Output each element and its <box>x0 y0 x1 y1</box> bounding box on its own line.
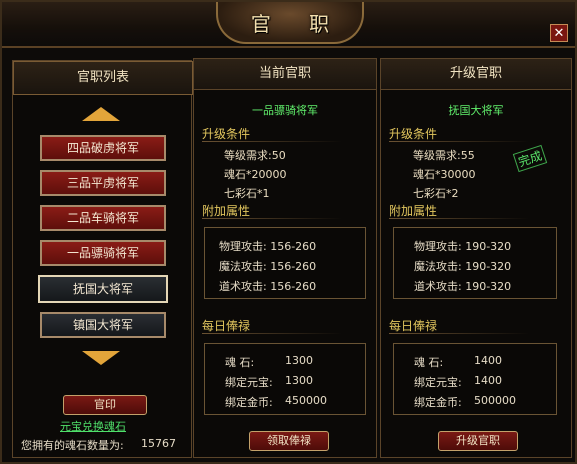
required-gem: 七彩石*1 <box>224 187 270 200</box>
official-seal-button[interactable]: 官印 <box>63 395 147 415</box>
scroll-up-arrow-icon[interactable] <box>82 107 120 121</box>
bonus-attributes-title: 附加属性 <box>202 204 251 218</box>
attr-taoist-attack: 道术攻击: 190-320 <box>414 280 512 293</box>
salary-bound-yuanbao-label: 绑定元宝: <box>225 376 273 389</box>
required-soulstone: 魂石*20000 <box>224 168 287 181</box>
required-soulstone: 魂石*30000 <box>413 168 476 181</box>
close-icon: ✕ <box>553 26 565 41</box>
salary-bound-yuanbao-value: 1400 <box>474 374 502 387</box>
window-title: 官 职 <box>250 12 346 36</box>
rank-item-4[interactable]: 一品骠骑将军 <box>40 240 166 266</box>
upgrade-conditions-title: 升级条件 <box>202 127 251 141</box>
salary-bound-gold-value: 450000 <box>285 394 327 407</box>
upgrade-rank-header: 升级官职 <box>381 59 571 90</box>
rank-item-1[interactable]: 四品破虏将军 <box>40 135 166 161</box>
claim-salary-button[interactable]: 领取俸禄 <box>249 431 329 451</box>
daily-salary-title: 每日俸禄 <box>202 319 251 333</box>
divider <box>389 333 529 334</box>
rank-list-header: 官职列表 <box>13 61 193 95</box>
salary-soulstone-value: 1400 <box>474 354 502 367</box>
salary-bound-yuanbao-label: 绑定元宝: <box>414 376 462 389</box>
title-bar: 官 职 ✕ <box>2 2 575 48</box>
salary-soulstone-label: 魂 石: <box>225 356 255 369</box>
title-plate: 官 职 <box>216 2 364 44</box>
attr-physical-attack: 物理攻击: 156-260 <box>219 240 317 253</box>
salary-soulstone-label: 魂 石: <box>414 356 444 369</box>
attr-magic-attack: 魔法攻击: 156-260 <box>219 260 317 273</box>
current-rank-panel: 当前官职 一品骠骑将军 升级条件 等级需求:50 魂石*20000 七彩石*1 … <box>193 58 377 458</box>
attr-magic-attack: 魔法攻击: 190-320 <box>414 260 512 273</box>
daily-salary-title: 每日俸禄 <box>389 319 438 333</box>
rank-item-2[interactable]: 三品平虏将军 <box>40 170 166 196</box>
completed-stamp: 完成 <box>512 144 548 173</box>
salary-bound-yuanbao-value: 1300 <box>285 374 313 387</box>
upgrade-rank-panel: 升级官职 抚国大将军 升级条件 等级需求:55 魂石*30000 七彩石*2 完… <box>380 58 572 458</box>
rank-item-3[interactable]: 二品车骑将军 <box>40 205 166 231</box>
divider <box>202 141 342 142</box>
bonus-attributes-box: 物理攻击: 156-260 魔法攻击: 156-260 道术攻击: 156-26… <box>204 227 366 299</box>
soulstone-count-label: 您拥有的魂石数量为: <box>21 439 124 452</box>
rank-item-6[interactable]: 镇国大将军 <box>40 312 166 338</box>
upgrade-conditions-title: 升级条件 <box>389 127 438 141</box>
required-level: 等级需求:55 <box>413 149 475 162</box>
officer-rank-window: 官 职 ✕ 官职列表 四品破虏将军 三品平虏将军 二品车骑将军 一品骠骑将军 抚… <box>0 0 577 464</box>
current-rank-name: 一品骠骑将军 <box>252 104 318 117</box>
attr-physical-attack: 物理攻击: 190-320 <box>414 240 512 253</box>
bonus-attributes-box: 物理攻击: 190-320 魔法攻击: 190-320 道术攻击: 190-32… <box>393 227 557 299</box>
salary-soulstone-value: 1300 <box>285 354 313 367</box>
scroll-down-arrow-icon[interactable] <box>82 351 120 365</box>
salary-bound-gold-value: 500000 <box>474 394 516 407</box>
divider <box>389 218 529 219</box>
soulstone-count-value: 15767 <box>141 437 176 450</box>
current-rank-header: 当前官职 <box>194 59 376 90</box>
salary-bound-gold-label: 绑定金币: <box>414 396 462 409</box>
salary-bound-gold-label: 绑定金币: <box>225 396 273 409</box>
upgrade-rank-name: 抚国大将军 <box>448 104 504 117</box>
exchange-soulstone-link[interactable]: 元宝兑换魂石 <box>60 418 126 434</box>
rank-list-panel: 官职列表 四品破虏将军 三品平虏将军 二品车骑将军 一品骠骑将军 抚国大将军 镇… <box>12 60 193 458</box>
close-button[interactable]: ✕ <box>550 24 568 42</box>
bonus-attributes-title: 附加属性 <box>389 204 438 218</box>
divider <box>389 141 529 142</box>
daily-salary-box: 魂 石: 1400 绑定元宝: 1400 绑定金币: 500000 <box>393 343 557 415</box>
required-gem: 七彩石*2 <box>413 187 459 200</box>
rank-item-5-selected[interactable]: 抚国大将军 <box>38 275 168 303</box>
attr-taoist-attack: 道术攻击: 156-260 <box>219 280 317 293</box>
divider <box>202 333 342 334</box>
required-level: 等级需求:50 <box>224 149 286 162</box>
upgrade-rank-button[interactable]: 升级官职 <box>438 431 518 451</box>
daily-salary-box: 魂 石: 1300 绑定元宝: 1300 绑定金币: 450000 <box>204 343 366 415</box>
divider <box>202 218 342 219</box>
